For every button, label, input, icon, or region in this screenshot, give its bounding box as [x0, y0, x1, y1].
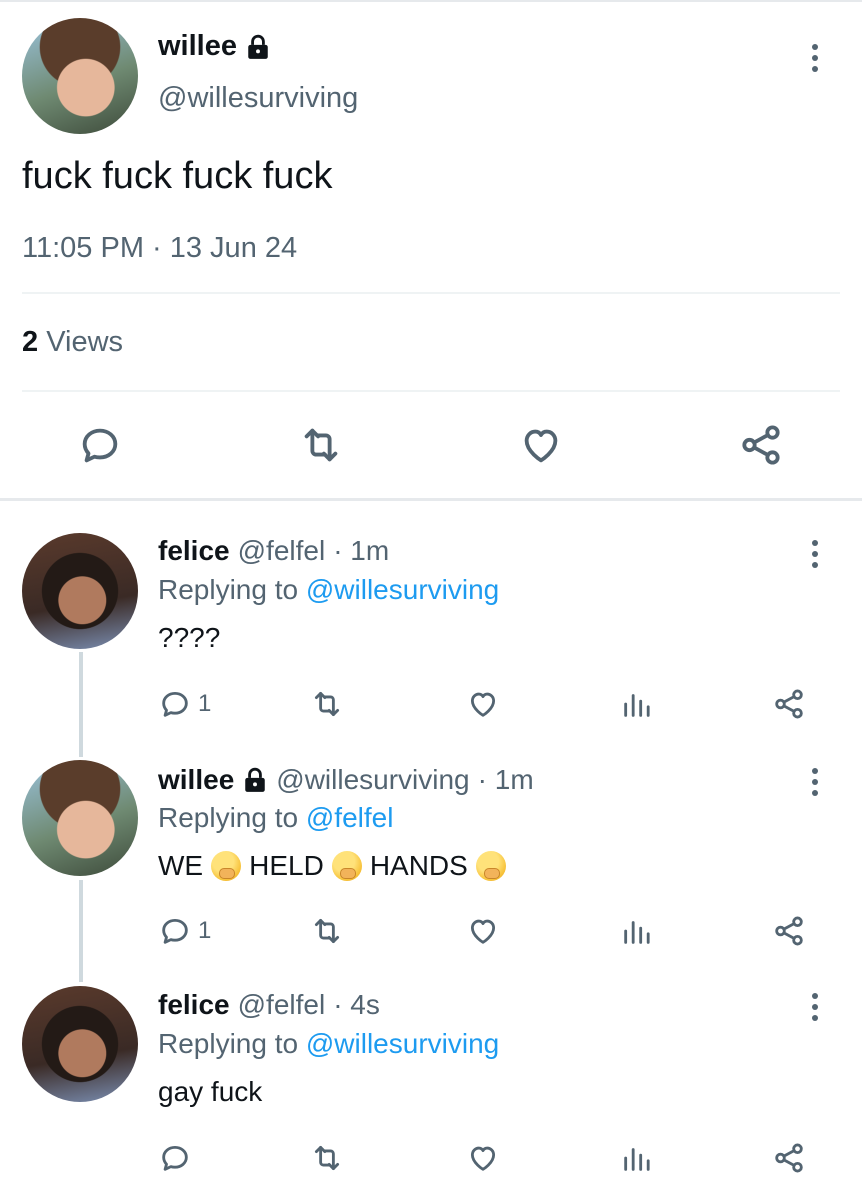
- more-options-icon[interactable]: [810, 993, 820, 1023]
- face-with-hand-over-mouth-icon: [475, 851, 506, 881]
- like-icon[interactable]: [518, 422, 564, 468]
- reply-text: WE HELD HANDS: [158, 850, 506, 882]
- lock-icon: [248, 34, 268, 59]
- face-with-hand-over-mouth-icon: [331, 851, 362, 881]
- like-icon: [470, 692, 496, 717]
- reply-text: gay fuck: [158, 1076, 263, 1107]
- avatar[interactable]: [22, 986, 138, 1102]
- author-handle[interactable]: @willesurviving: [158, 82, 358, 115]
- reply-text-word: HANDS: [369, 850, 468, 881]
- retweet-button[interactable]: [310, 686, 344, 722]
- share-icon: [775, 689, 803, 719]
- replying-prefix: Replying to: [158, 1028, 299, 1059]
- analytics-icon: [624, 1148, 650, 1171]
- reply-count: 1: [198, 917, 212, 944]
- analytics-icon: [624, 694, 650, 717]
- reply-text-word: HELD: [249, 850, 324, 881]
- reply-actions: 1: [0, 686, 862, 726]
- reply-button[interactable]: 1: [158, 686, 211, 722]
- views-button[interactable]: [620, 686, 654, 722]
- reply-time[interactable]: · 4s: [333, 989, 380, 1021]
- author-display-name[interactable]: willee: [158, 30, 237, 63]
- section-divider: [0, 498, 862, 501]
- reply-display-name[interactable]: felice: [158, 989, 230, 1021]
- reply-icon: [162, 918, 188, 944]
- face-with-hand-over-mouth-icon: [211, 851, 242, 881]
- reply-display-name[interactable]: felice: [158, 535, 230, 567]
- like-button[interactable]: [466, 1140, 500, 1176]
- share-icon[interactable]: [738, 422, 784, 468]
- reply-time[interactable]: · 1m: [478, 764, 534, 796]
- reply-actions: 1: [0, 913, 862, 953]
- divider: [22, 390, 840, 392]
- views-label: Views: [46, 326, 124, 358]
- reply-header: felice @felfel · 4s: [158, 989, 380, 1021]
- reply-header: willee @willesurviving · 1m: [158, 764, 534, 796]
- views-button[interactable]: [620, 1140, 654, 1176]
- main-tweet: willee @willesurviving fuck fuck fuck fu…: [0, 0, 862, 500]
- avatar[interactable]: [22, 760, 138, 876]
- author-name-row[interactable]: willee: [158, 30, 271, 63]
- more-options-icon[interactable]: [810, 768, 820, 798]
- retweet-icon: [314, 691, 340, 717]
- avatar[interactable]: [22, 18, 138, 134]
- divider: [22, 292, 840, 294]
- reply-handle[interactable]: @felfel: [238, 535, 326, 567]
- tweet-timestamp[interactable]: 11:05 PM · 13 Jun 24: [22, 232, 297, 265]
- more-options-icon[interactable]: [810, 540, 820, 570]
- like-button[interactable]: [466, 913, 500, 949]
- retweet-icon: [314, 1145, 340, 1171]
- reply-icon: [162, 691, 188, 717]
- reply-count: 1: [198, 690, 212, 717]
- replying-to: Replying to @felfel: [158, 802, 393, 834]
- share-button[interactable]: [772, 913, 806, 949]
- replying-to: Replying to @willesurviving: [158, 574, 499, 606]
- reply-button[interactable]: 1: [158, 913, 211, 949]
- reply-button[interactable]: [158, 1140, 198, 1176]
- reply-handle[interactable]: @willesurviving: [276, 764, 469, 796]
- share-icon: [775, 916, 803, 946]
- reply-text: ????: [158, 622, 221, 653]
- like-icon: [470, 1146, 496, 1171]
- reply-text-word: WE: [158, 850, 204, 881]
- replying-to-link[interactable]: @willesurviving: [306, 574, 499, 605]
- retweet-icon[interactable]: [298, 422, 344, 468]
- analytics-icon: [624, 921, 650, 944]
- retweet-button[interactable]: [310, 1140, 344, 1176]
- views-number: 2: [22, 326, 39, 358]
- like-button[interactable]: [466, 686, 500, 722]
- retweet-button[interactable]: [310, 913, 344, 949]
- tweet-text: fuck fuck fuck fuck: [22, 155, 333, 197]
- replying-to: Replying to @willesurviving: [158, 1028, 499, 1060]
- views-count[interactable]: 2 Views: [22, 326, 123, 359]
- reply-display-name[interactable]: willee: [158, 764, 234, 796]
- retweet-icon: [314, 918, 340, 944]
- share-icon: [775, 1143, 803, 1173]
- like-icon: [470, 919, 496, 944]
- reply-header: felice @felfel · 1m: [158, 535, 389, 567]
- reply-handle[interactable]: @felfel: [238, 989, 326, 1021]
- lock-icon: [245, 767, 266, 792]
- reply-actions: [0, 1140, 862, 1180]
- reply-time[interactable]: · 1m: [333, 535, 389, 567]
- more-options-icon[interactable]: [810, 44, 820, 74]
- views-button[interactable]: [620, 913, 654, 949]
- avatar[interactable]: [22, 533, 138, 649]
- reply-icon[interactable]: [77, 422, 123, 468]
- share-button[interactable]: [772, 686, 806, 722]
- reply-icon: [162, 1145, 188, 1171]
- replying-to-link[interactable]: @willesurviving: [306, 1028, 499, 1059]
- replying-to-link[interactable]: @felfel: [306, 802, 394, 833]
- replying-prefix: Replying to: [158, 802, 299, 833]
- replying-prefix: Replying to: [158, 574, 299, 605]
- share-button[interactable]: [772, 1140, 806, 1176]
